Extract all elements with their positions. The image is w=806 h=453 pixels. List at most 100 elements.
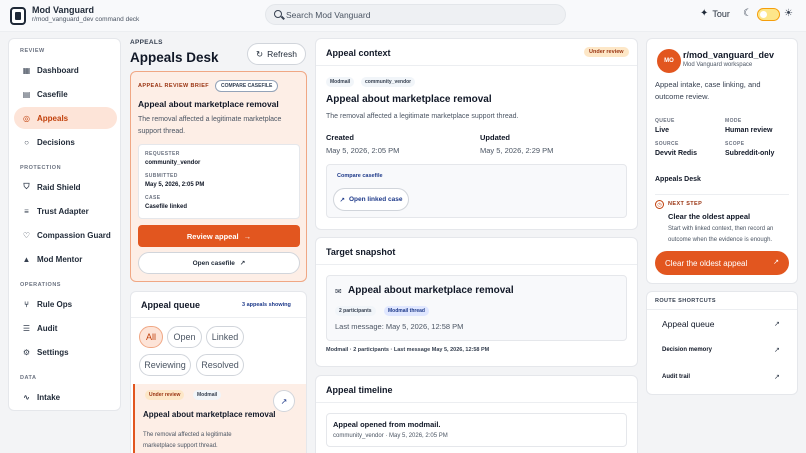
updated-label: Updated [480, 133, 510, 142]
sidebar-item-compassion-guard[interactable]: ♡ Compassion Guard [14, 224, 117, 246]
handshake-icon: ♡ [22, 230, 31, 240]
shortcut-appeal-queue[interactable]: Appeal queue [662, 319, 714, 329]
brief-title: Appeal about marketplace removal [138, 99, 279, 109]
appeal-queue: Appeal queue 3 appeals showing All Open … [130, 291, 307, 453]
sidebar-item-decisions[interactable]: ○ Decisions [14, 131, 117, 153]
sparkle-icon: ✦ [700, 8, 709, 19]
brief-meta: REQUESTER community_vendor SUBMITTED May… [138, 144, 300, 219]
queue-title: Appeal queue [141, 300, 201, 310]
refresh-button[interactable]: ↻ Refresh [247, 43, 306, 65]
filter-linked[interactable]: Linked [206, 326, 244, 348]
divider [316, 264, 637, 265]
activity-icon: ∿ [23, 392, 30, 402]
divider [316, 402, 637, 403]
refresh-icon: ↻ [256, 48, 264, 59]
status-badge: Under review [145, 390, 185, 400]
sidebar-item-mod-mentor[interactable]: ▲ Mod Mentor [14, 248, 117, 270]
timeline-event-title: Appeal opened from modmail. [333, 420, 441, 429]
sidebar: REVIEW ▦ Dashboard ▤ Casefile ◎ Appeals ○ De… [8, 38, 121, 411]
workspace-desk: Appeals Desk [655, 176, 701, 183]
review-appeal-button[interactable]: Review appeal → [138, 225, 300, 247]
tour-label: Tour [712, 8, 730, 19]
sidebar-item-audit[interactable]: ☰ Audit [14, 317, 117, 339]
open-casefile-button[interactable]: Open casefile ↗ [138, 252, 300, 274]
grid-icon: ▦ [22, 65, 31, 75]
search-icon [274, 10, 282, 18]
filter-all[interactable]: All [139, 326, 163, 348]
external-link-icon: ↗ [339, 196, 345, 204]
filter-open[interactable]: Open [167, 326, 202, 348]
external-link-icon: ↗ [280, 396, 288, 406]
moon-icon: ☾ [743, 8, 752, 19]
snapshot-tag-participants: 2 participants [335, 306, 376, 316]
shortcuts-label: ROUTE SHORTCUTS [655, 298, 716, 304]
arrow-up-right-icon: ↗ [774, 374, 780, 381]
next-step-title: Clear the oldest appeal [668, 212, 751, 221]
sidebar-item-trust-adapter[interactable]: ≡ Trust Adapter [14, 200, 117, 222]
next-step-description: Start with linked context, then record a… [668, 226, 774, 243]
context-description: The removal affected a legitimate market… [326, 113, 519, 120]
top-bar: Mod Vanguard r/mod_vanguard_dev command … [0, 0, 806, 32]
divider [655, 194, 789, 195]
avatar: MO [657, 49, 681, 73]
snapshot-heading: Appeal about marketplace removal [348, 285, 514, 296]
appeal-review-brief: APPEAL REVIEW BRIEF COMPARE CASEFILE App… [130, 71, 307, 282]
search-icon: ○ [24, 137, 29, 147]
clipboard-icon: ▤ [22, 89, 31, 99]
sidebar-item-intake[interactable]: ∿ Intake [14, 386, 117, 408]
divider [131, 317, 306, 318]
search-input[interactable] [286, 8, 556, 22]
open-item-button[interactable]: ↗ [273, 390, 295, 412]
sidebar-item-raid-shield[interactable]: ⛉ Raid Shield [14, 176, 117, 198]
sidebar-item-dashboard[interactable]: ▦ Dashboard [14, 59, 117, 81]
route-shortcuts: ROUTE SHORTCUTS Appeal queue ↗ Decision … [646, 291, 798, 395]
clock-icon: ◷ [655, 200, 664, 209]
context-heading: Appeal about marketplace removal [326, 94, 492, 105]
divider [316, 65, 637, 66]
queue-item[interactable]: Under review Modmail ↗ Appeal about mark… [133, 384, 306, 453]
sidebar-item-rule-ops[interactable]: ⑂ Rule Ops [14, 293, 117, 315]
requester-value: community_vendor [145, 160, 201, 166]
created-label: Created [326, 133, 354, 142]
source-value: Devvit Redis [655, 150, 698, 157]
page-title: Appeals Desk [130, 50, 219, 65]
arrow-up-right-icon: ↗ [774, 347, 780, 354]
filter-reviewing[interactable]: Reviewing [139, 354, 191, 376]
snapshot-footer: Modmail · 2 participants · Last message … [326, 347, 490, 353]
chat-icon: ◎ [23, 113, 30, 123]
theme-toggle[interactable] [757, 8, 780, 21]
sidebar-section-review: REVIEW [20, 48, 45, 54]
sidebar-section-operations: OPERATIONS [20, 282, 61, 288]
sidebar-section-data: DATA [20, 375, 37, 381]
mode-key: MODE [725, 118, 742, 124]
open-linked-case-button[interactable]: ↗ Open linked case [333, 188, 409, 211]
context-status-badge: Under review [584, 47, 629, 57]
sidebar-item-appeals[interactable]: ◎ Appeals [14, 107, 117, 129]
snapshot-box: ✉ Appeal about marketplace removal 2 par… [326, 275, 627, 341]
compare-casefile-button[interactable]: COMPARE CASEFILE [215, 80, 279, 92]
sidebar-item-settings[interactable]: ⚙ Settings [14, 341, 117, 363]
source-badge: Modmail [193, 390, 222, 400]
queue-key: QUEUE [655, 118, 675, 124]
arrow-up-right-icon: ↗ [774, 321, 780, 328]
tour-button[interactable]: ✦ Tour [700, 8, 730, 19]
context-tag-source: Modmail [326, 77, 355, 87]
shortcut-audit-trail[interactable]: Audit trail [662, 374, 690, 380]
sidebar-item-casefile[interactable]: ▤ Casefile [14, 83, 117, 105]
shortcut-decision-memory[interactable]: Decision memory [662, 347, 712, 353]
clear-oldest-appeal-button[interactable]: Clear the oldest appeal ↗ [655, 251, 789, 275]
app-subtitle: r/mod_vanguard_dev command deck [32, 16, 140, 23]
filter-resolved[interactable]: Resolved [196, 354, 244, 376]
cap-icon: ▲ [22, 254, 31, 264]
created-value: May 5, 2026, 2:05 PM [326, 146, 400, 155]
scope-value: Subreddit-only [725, 150, 775, 157]
search-bar[interactable] [265, 4, 566, 25]
arrow-up-right-icon: ↗ [773, 259, 779, 266]
workspace-description: Appeal intake, case linking, and outcome… [655, 80, 761, 101]
snapshot-tag-thread: Modmail thread [384, 306, 429, 316]
queue-item-description: The removal affected a legitimate market… [143, 432, 232, 449]
gear-icon: ⚙ [22, 347, 31, 357]
context-title: Appeal context [326, 48, 391, 58]
queue-value: Live [655, 127, 670, 134]
context-tag-user: community_vendor [361, 77, 416, 87]
